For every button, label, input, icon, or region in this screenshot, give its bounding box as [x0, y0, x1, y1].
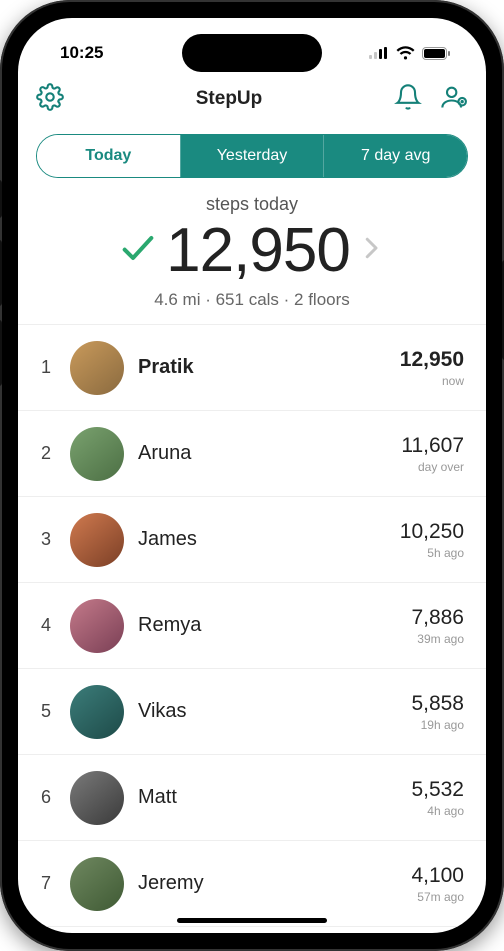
steps-col: 11,607 day over — [401, 434, 464, 474]
segmented-control: TodayYesterday7 day avg — [36, 134, 468, 178]
nav-bar: StepUp — [18, 74, 486, 124]
avatar — [70, 685, 124, 739]
steps-count-row: 12,950 — [18, 215, 486, 286]
leaderboard-row[interactable]: 4 Remya7,886 39m ago — [18, 583, 486, 669]
updated-ago: day over — [401, 460, 464, 474]
tab-7-day-avg[interactable]: 7 day avg — [323, 135, 467, 177]
avatar — [70, 513, 124, 567]
steps-col: 5,858 19h ago — [411, 692, 464, 732]
avatar — [70, 599, 124, 653]
steps-col: 5,532 4h ago — [411, 778, 464, 818]
rank: 2 — [36, 443, 56, 464]
friend-steps: 7,886 — [411, 606, 464, 630]
leaderboard-row[interactable]: 6 Matt5,532 4h ago — [18, 755, 486, 841]
friend-steps: 5,858 — [411, 692, 464, 716]
rank: 6 — [36, 787, 56, 808]
leaderboard-list: 1 Pratik12,950 now 2 Aruna11,607 day over 3 Jam… — [18, 324, 486, 933]
steps-col: 4,100 57m ago — [411, 864, 464, 904]
dynamic-island — [182, 34, 322, 72]
friend-steps: 10,250 — [400, 520, 464, 544]
battery-icon — [422, 47, 450, 60]
updated-ago: 4h ago — [411, 804, 464, 818]
gear-icon — [36, 83, 64, 111]
friend-steps: 11,607 — [401, 434, 464, 458]
friend-steps: 4,100 — [411, 864, 464, 888]
wifi-icon — [396, 46, 415, 60]
device-side-button — [0, 320, 2, 386]
bell-icon — [394, 83, 422, 111]
add-friend-button[interactable] — [440, 83, 468, 116]
page-title: StepUp — [196, 88, 263, 110]
rank: 7 — [36, 873, 56, 894]
device-side-button — [0, 180, 2, 218]
device-frame: 10:25 StepUp — [0, 0, 504, 951]
friend-name: Vikas — [138, 700, 411, 723]
chevron-right-icon — [356, 226, 386, 275]
avatar — [70, 857, 124, 911]
leaderboard-row[interactable]: 5 Vikas5,858 19h ago — [18, 669, 486, 755]
person-add-icon — [440, 83, 468, 111]
friend-name: James — [138, 528, 400, 551]
leaderboard-row[interactable]: 2 Aruna11,607 day over — [18, 411, 486, 497]
segmented-control-wrap: TodayYesterday7 day avg — [18, 124, 486, 186]
status-indicators — [369, 46, 450, 60]
friend-name: Remya — [138, 614, 411, 637]
friend-name: Jeremy — [138, 872, 411, 895]
steps-col: 12,950 now — [400, 348, 464, 388]
steps-label: steps today — [18, 194, 486, 215]
rank: 5 — [36, 701, 56, 722]
settings-button[interactable] — [36, 83, 64, 116]
updated-ago: now — [400, 374, 464, 388]
goal-check-icon — [118, 228, 158, 273]
updated-ago: 57m ago — [411, 890, 464, 904]
friend-name: Pratik — [138, 356, 400, 379]
status-time: 10:25 — [60, 43, 103, 63]
friend-steps: 12,950 — [400, 348, 464, 372]
tab-today[interactable]: Today — [37, 135, 180, 177]
rank: 3 — [36, 529, 56, 550]
steps-col: 10,250 5h ago — [400, 520, 464, 560]
screen: 10:25 StepUp — [18, 18, 486, 933]
device-side-button — [0, 240, 2, 306]
steps-col: 7,886 39m ago — [411, 606, 464, 646]
friend-steps: 5,532 — [411, 778, 464, 802]
leaderboard-row[interactable]: 8Mellina1.558 — [18, 927, 486, 933]
leaderboard-row[interactable]: 7 Jeremy4,100 57m ago — [18, 841, 486, 927]
steps-count: 12,950 — [166, 215, 350, 286]
updated-ago: 5h ago — [400, 546, 464, 560]
rank: 4 — [36, 615, 56, 636]
tab-yesterday[interactable]: Yesterday — [180, 135, 324, 177]
steps-summary[interactable]: steps today 12,950 4.6 mi · 651 cals · 2… — [18, 186, 486, 324]
notifications-button[interactable] — [394, 83, 422, 116]
leaderboard-row[interactable]: 1 Pratik12,950 now — [18, 325, 486, 411]
avatar — [70, 771, 124, 825]
avatar — [70, 341, 124, 395]
steps-metrics: 4.6 mi · 651 cals · 2 floors — [18, 290, 486, 310]
rank: 1 — [36, 357, 56, 378]
cellular-icon — [369, 47, 389, 59]
updated-ago: 19h ago — [411, 718, 464, 732]
leaderboard-row[interactable]: 3 James10,250 5h ago — [18, 497, 486, 583]
avatar — [70, 427, 124, 481]
home-indicator — [177, 918, 327, 923]
friend-name: Aruna — [138, 442, 401, 465]
updated-ago: 39m ago — [411, 632, 464, 646]
friend-name: Matt — [138, 786, 411, 809]
